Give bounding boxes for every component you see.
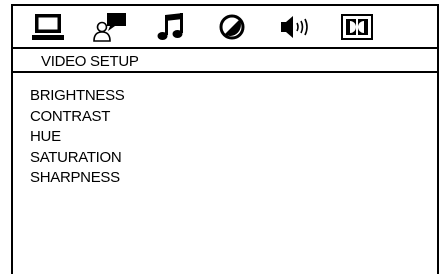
- tab-dolby[interactable]: [340, 12, 374, 42]
- tab-audio[interactable]: [154, 12, 188, 42]
- tab-video[interactable]: [215, 12, 249, 42]
- tab-user[interactable]: [93, 12, 127, 42]
- section-header: VIDEO SETUP: [13, 49, 437, 73]
- setting-list: BRIGHTNESS CONTRAST HUE SATURATION SHARP…: [30, 86, 125, 189]
- menu-item-sharpness[interactable]: SHARPNESS: [30, 168, 125, 189]
- tab-general[interactable]: [31, 12, 65, 42]
- monitor-icon: [32, 14, 64, 40]
- user-settings-icon: [93, 13, 126, 42]
- tab-speaker[interactable]: [279, 12, 313, 42]
- section-title: VIDEO SETUP: [41, 53, 139, 70]
- menu-item-brightness[interactable]: BRIGHTNESS: [30, 86, 125, 107]
- menu-item-saturation[interactable]: SATURATION: [30, 148, 125, 169]
- menu-item-hue[interactable]: HUE: [30, 127, 125, 148]
- speaker-volume-icon: [281, 16, 308, 38]
- contrast-icon: [219, 14, 245, 40]
- dolby-icon: [341, 14, 373, 40]
- menu-item-contrast[interactable]: CONTRAST: [30, 107, 125, 128]
- music-note-icon: [157, 13, 183, 40]
- tab-bar: [13, 6, 437, 49]
